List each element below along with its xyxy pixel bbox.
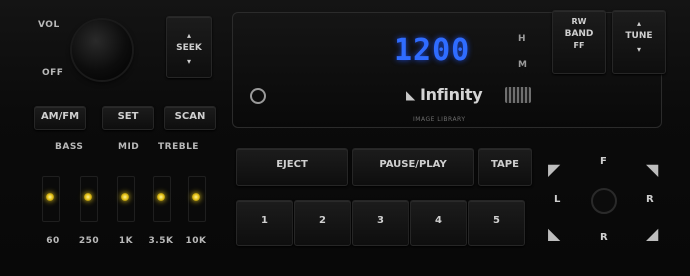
- scan-button[interactable]: SCAN: [164, 106, 216, 130]
- set-button[interactable]: SET: [102, 106, 154, 130]
- eject-button[interactable]: EJECT: [236, 148, 348, 186]
- seek-label: SEEK: [176, 43, 202, 53]
- off-label: OFF: [42, 68, 64, 78]
- cd-icon: [505, 87, 531, 103]
- volume-knob[interactable]: [72, 20, 132, 80]
- preset-button-1[interactable]: 1: [236, 200, 293, 246]
- eq-led-60: [46, 193, 54, 201]
- balance-right-label: R: [646, 194, 654, 205]
- preset-label-3: 3: [377, 215, 384, 226]
- am-fm-button[interactable]: AM/FM: [34, 106, 86, 130]
- tune-label: TUNE: [625, 31, 653, 41]
- vol-label: VOL: [38, 20, 60, 30]
- preset-button-4[interactable]: 4: [410, 200, 467, 246]
- clock-display: 1200: [394, 33, 471, 68]
- tune-up-icon: ▴: [636, 19, 641, 28]
- tune-button[interactable]: ▴ TUNE ▾: [612, 10, 666, 74]
- preset-label-1: 1: [261, 215, 268, 226]
- eq-led-1k: [121, 193, 129, 201]
- tape-button[interactable]: TAPE: [478, 148, 532, 186]
- display-subtitle: IMAGE LIBRARY: [413, 116, 466, 123]
- eq-label-1k: 1K: [118, 236, 134, 246]
- arrow-bottom-right-icon: ◢: [646, 224, 659, 243]
- tape-label: TAPE: [491, 159, 519, 170]
- preset-label-2: 2: [319, 215, 326, 226]
- seek-up-icon: ▴: [186, 31, 191, 40]
- ff-label: FF: [573, 41, 585, 50]
- eq-label-10k: 10K: [185, 236, 207, 246]
- am-fm-label: AM/FM: [40, 111, 80, 122]
- scan-label: SCAN: [174, 111, 206, 122]
- brand-logo: Infinity: [420, 85, 483, 104]
- mid-label: MID: [118, 142, 140, 152]
- band-button[interactable]: RW BAND FF: [552, 10, 606, 74]
- bass-label: BASS: [55, 142, 84, 152]
- preset-button-5[interactable]: 5: [468, 200, 525, 246]
- eq-label-60: 60: [46, 236, 60, 246]
- band-label: BAND: [564, 29, 594, 39]
- preset-label-5: 5: [493, 215, 500, 226]
- power-icon[interactable]: [250, 88, 266, 104]
- minute-indicator: M: [518, 60, 527, 70]
- center-ring-icon: [591, 188, 617, 214]
- car-stereo-faceplate: VOL OFF ▴ SEEK ▾ AM/FM SET SCAN BASS MID…: [0, 0, 690, 276]
- pause-play-button[interactable]: PAUSE/PLAY: [352, 148, 474, 186]
- hour-indicator: H: [518, 34, 526, 44]
- fader-front-label: F: [600, 156, 607, 167]
- eq-led-3-5k: [157, 193, 165, 201]
- preset-button-2[interactable]: 2: [294, 200, 351, 246]
- arrow-top-left-icon: ◤: [548, 160, 561, 179]
- eq-label-250: 250: [78, 236, 100, 246]
- preset-label-4: 4: [435, 215, 442, 226]
- treble-label: TREBLE: [158, 142, 199, 152]
- arrow-top-right-icon: ◥: [646, 160, 659, 179]
- balance-left-label: L: [554, 194, 561, 205]
- brand-logo-icon: ◣: [406, 88, 416, 102]
- arrow-bottom-left-icon: ◣: [548, 224, 561, 243]
- seek-down-icon: ▾: [186, 57, 191, 66]
- preset-button-3[interactable]: 3: [352, 200, 409, 246]
- eq-label-3-5k: 3.5K: [148, 236, 174, 246]
- eq-led-10k: [192, 193, 200, 201]
- balance-fader-pad[interactable]: ◤ ◥ ◣ ◢ F L R R: [534, 150, 672, 254]
- set-label: SET: [117, 111, 139, 122]
- seek-button[interactable]: ▴ SEEK ▾: [166, 16, 212, 78]
- fader-rear-label: R: [600, 232, 608, 243]
- eject-label: EJECT: [276, 159, 308, 170]
- eq-led-250: [84, 193, 92, 201]
- tune-down-icon: ▾: [636, 45, 641, 54]
- pause-play-label: PAUSE/PLAY: [379, 159, 447, 170]
- rw-label: RW: [571, 17, 587, 26]
